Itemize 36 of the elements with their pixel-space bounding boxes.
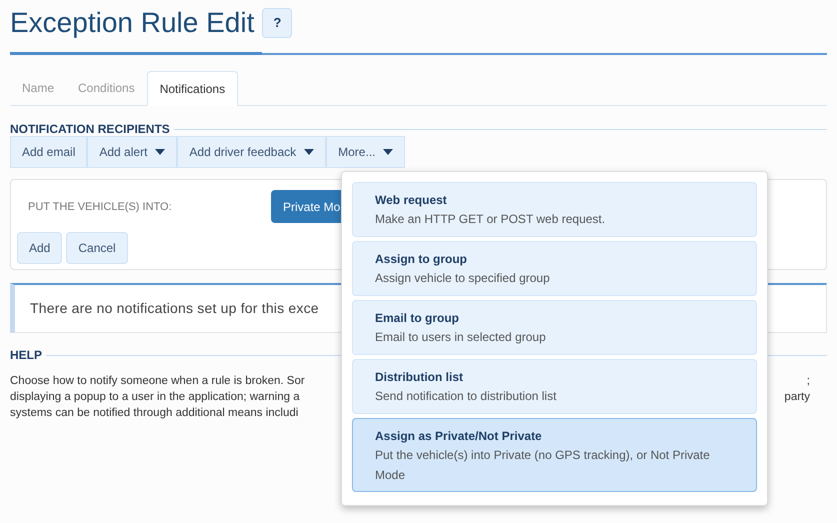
menu-item[interactable]: Web request Make an HTTP GET or POST web request. — [352, 182, 757, 237]
help-button[interactable]: ? — [262, 8, 292, 38]
section-heading: NOTIFICATION RECIPIENTS — [10, 122, 170, 136]
toolbar-button[interactable]: Add email — [10, 136, 88, 168]
menu-item-description: Email to users in selected group — [375, 329, 547, 346]
toolbar-button[interactable]: Add alert — [87, 136, 178, 168]
menu-item-description: Assign vehicle to specified group — [375, 270, 551, 287]
menu-item-title: Email to group — [375, 310, 460, 326]
form-button[interactable]: Add — [17, 232, 62, 264]
form-button[interactable]: Cancel — [66, 232, 128, 264]
help-text: displaying a popup to a user in the application; warning a — [10, 390, 300, 406]
caret-icon — [155, 149, 166, 155]
menu-item-description: Make an HTTP GET or POST web request. — [375, 211, 606, 228]
menu-item-title: Assign to group — [375, 251, 468, 267]
menu-item-description: Send notification to distribution list — [375, 388, 558, 405]
menu-item-title: Web request — [375, 192, 448, 208]
toolbar-button[interactable]: Add driver feedback — [177, 136, 326, 168]
caret-icon — [383, 149, 394, 155]
menu-item[interactable]: Assign to group Assign vehicle to specified group — [352, 241, 757, 296]
help-text: systems can be notified through additional means includi — [10, 406, 298, 422]
tab[interactable]: Notifications — [146, 71, 238, 106]
menu-item[interactable]: Distribution list Send notification to distribution list — [352, 359, 757, 414]
menu-item[interactable]: Assign as Private/Not Private Put the vehicle(s) into Private (no GPS tracking), or Not Private Mode — [352, 418, 757, 492]
menu-item-description: Put the vehicle(s) into Private (no GPS tracking), or Not Private Mode — [375, 447, 711, 484]
menu-item-title: Assign as Private/Not Private — [375, 428, 543, 444]
help-text: ; — [806, 374, 810, 390]
page-title: Exception Rule Edit — [10, 6, 254, 40]
form-label: PUT THE VEHICLE(S) INTO: — [28, 200, 173, 215]
help-text: Choose how to notify someone when a rule is broken. Sor — [10, 374, 305, 390]
section-heading: HELP — [10, 348, 42, 362]
menu-item[interactable]: Email to group Email to users in selected group — [352, 300, 757, 355]
alert-text: There are no notifications set up for this exce — [30, 299, 319, 318]
menu-item-title: Distribution list — [375, 369, 464, 385]
toolbar-button[interactable]: More... — [326, 136, 406, 168]
help-text: party — [784, 390, 810, 406]
caret-icon — [304, 149, 314, 155]
